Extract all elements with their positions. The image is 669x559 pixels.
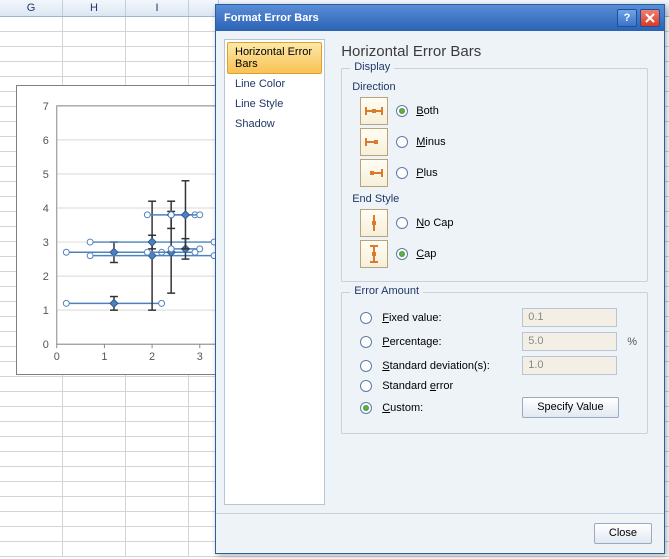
close-x-button[interactable] bbox=[640, 9, 660, 27]
both-icon[interactable] bbox=[360, 97, 388, 125]
display-group: Display Direction BothMinusPlus End Styl… bbox=[341, 68, 648, 282]
direction-option-plus: Plus bbox=[360, 159, 637, 187]
direction-radio-minus[interactable] bbox=[396, 136, 408, 148]
amount-radio-fixed[interactable] bbox=[360, 312, 372, 324]
endstyle-radio-cap[interactable] bbox=[396, 248, 408, 260]
category-nav: Horizontal Error BarsLine ColorLine Styl… bbox=[224, 39, 325, 505]
plus-icon[interactable] bbox=[360, 159, 388, 187]
amount-option-stderr: Standard error bbox=[360, 380, 637, 392]
amount-label-stderr[interactable]: Standard error bbox=[382, 380, 512, 392]
amount-label-stddev[interactable]: Standard deviation(s): bbox=[382, 360, 512, 372]
direction-radio-both[interactable] bbox=[396, 105, 408, 117]
pane-title: Horizontal Error Bars bbox=[341, 43, 648, 60]
specify-value-button[interactable]: Specify Value bbox=[522, 397, 618, 418]
amount-option-stddev: Standard deviation(s): 1.0 bbox=[360, 356, 637, 375]
svg-text:5: 5 bbox=[43, 169, 49, 181]
endstyle-label-nocap[interactable]: No Cap bbox=[416, 217, 453, 229]
direction-label-minus[interactable]: Minus bbox=[416, 136, 445, 148]
svg-text:4: 4 bbox=[43, 203, 49, 215]
error-amount-group: Error Amount Fixed value:0.1Percentage:5… bbox=[341, 292, 648, 434]
help-button[interactable]: ? bbox=[617, 9, 637, 27]
options-pane: Horizontal Error Bars Display Direction … bbox=[333, 39, 656, 505]
direction-option-minus: Minus bbox=[360, 128, 637, 156]
nav-item-line-color[interactable]: Line Color bbox=[227, 74, 322, 94]
svg-text:2: 2 bbox=[43, 271, 49, 283]
svg-text:0: 0 bbox=[54, 351, 60, 363]
amount-option-custom: Custom: Specify Value bbox=[360, 397, 637, 418]
svg-text:3: 3 bbox=[43, 237, 49, 249]
amount-radio-stderr[interactable] bbox=[360, 380, 372, 392]
amount-radio-percentage[interactable] bbox=[360, 336, 372, 348]
col-i[interactable]: I bbox=[126, 0, 189, 16]
direction-label: Direction bbox=[352, 81, 637, 93]
nav-item-shadow[interactable]: Shadow bbox=[227, 114, 322, 134]
cap-icon[interactable] bbox=[360, 240, 388, 268]
endstyle-label-cap[interactable]: Cap bbox=[416, 248, 436, 260]
format-error-bars-dialog: Format Error Bars ? Horizontal Error Bar… bbox=[215, 4, 665, 554]
dialog-footer: Close bbox=[216, 513, 664, 553]
svg-text:1: 1 bbox=[101, 351, 107, 363]
endstyle-radio-nocap[interactable] bbox=[396, 217, 408, 229]
nav-item-horizontal-error-bars[interactable]: Horizontal Error Bars bbox=[227, 42, 322, 74]
close-button[interactable]: Close bbox=[594, 523, 652, 544]
col-h[interactable]: H bbox=[63, 0, 126, 16]
svg-text:6: 6 bbox=[43, 135, 49, 147]
svg-text:7: 7 bbox=[43, 101, 49, 113]
svg-text:0: 0 bbox=[43, 339, 49, 351]
col-g[interactable]: G bbox=[0, 0, 63, 16]
close-icon bbox=[645, 13, 655, 23]
direction-radio-plus[interactable] bbox=[396, 167, 408, 179]
amount-option-percentage: Percentage: 5.0% bbox=[360, 332, 637, 351]
nocap-icon[interactable] bbox=[360, 209, 388, 237]
amount-label-custom[interactable]: Custom: bbox=[382, 402, 512, 414]
direction-label-plus[interactable]: Plus bbox=[416, 167, 437, 179]
amount-input-stddev[interactable]: 1.0 bbox=[522, 356, 617, 375]
error-amount-legend: Error Amount bbox=[350, 285, 423, 297]
svg-text:1: 1 bbox=[43, 305, 49, 317]
display-legend: Display bbox=[350, 61, 394, 73]
amount-radio-custom[interactable] bbox=[360, 402, 372, 414]
endstyle-option-nocap: No Cap bbox=[360, 209, 637, 237]
endstyle-option-cap: Cap bbox=[360, 240, 637, 268]
amount-label-fixed[interactable]: Fixed value: bbox=[382, 312, 512, 324]
direction-option-both: Both bbox=[360, 97, 637, 125]
svg-text:2: 2 bbox=[149, 351, 155, 363]
endstyle-label: End Style bbox=[352, 193, 637, 205]
amount-option-fixed: Fixed value: 0.1 bbox=[360, 308, 637, 327]
nav-item-line-style[interactable]: Line Style bbox=[227, 94, 322, 114]
direction-label-both[interactable]: Both bbox=[416, 105, 439, 117]
percent-suffix: % bbox=[627, 336, 637, 348]
amount-radio-stddev[interactable] bbox=[360, 360, 372, 372]
amount-input-fixed[interactable]: 0.1 bbox=[522, 308, 617, 327]
amount-label-percentage[interactable]: Percentage: bbox=[382, 336, 512, 348]
titlebar[interactable]: Format Error Bars ? bbox=[216, 5, 664, 31]
minus-icon[interactable] bbox=[360, 128, 388, 156]
amount-input-percentage[interactable]: 5.0 bbox=[522, 332, 617, 351]
dialog-title: Format Error Bars bbox=[224, 12, 617, 24]
svg-text:3: 3 bbox=[197, 351, 203, 363]
